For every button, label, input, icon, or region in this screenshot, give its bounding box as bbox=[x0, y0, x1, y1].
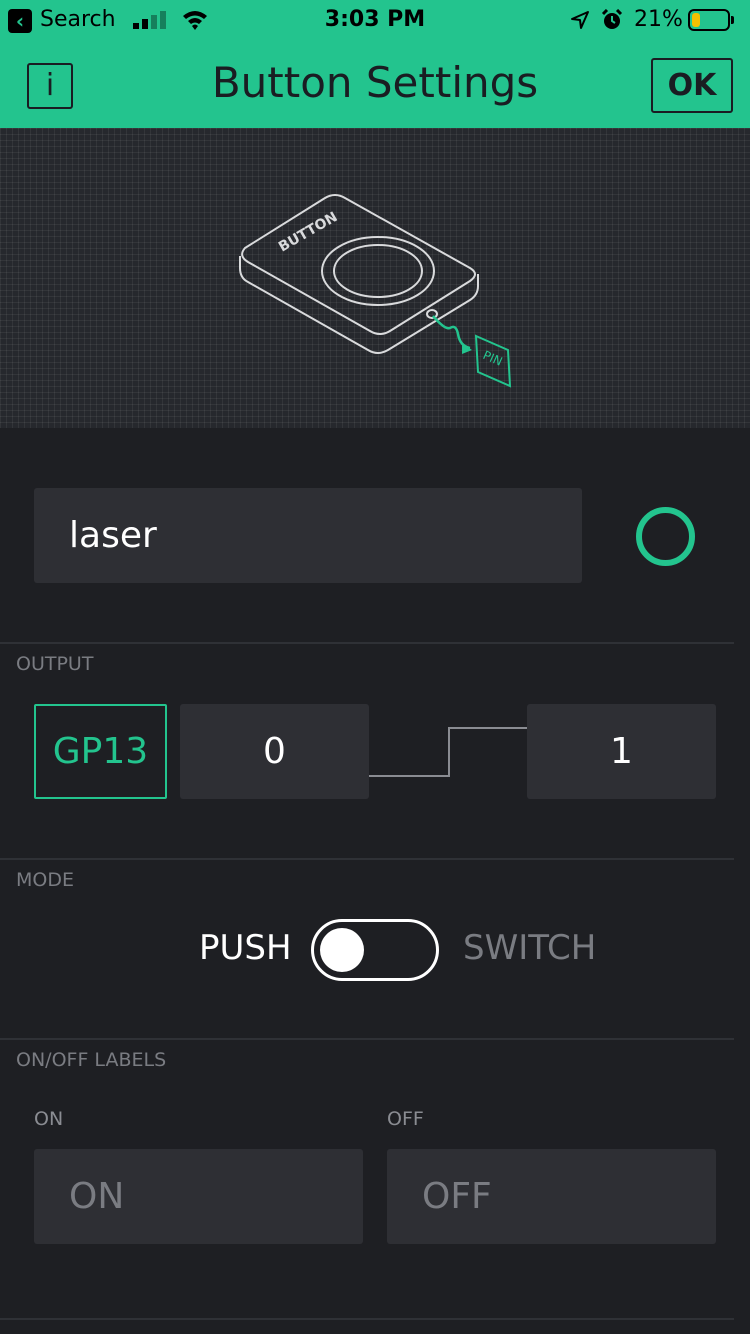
mode-switch-label[interactable]: SWITCH bbox=[463, 928, 596, 968]
divider bbox=[0, 858, 734, 860]
widget-name-field[interactable] bbox=[34, 488, 582, 583]
battery-level bbox=[692, 13, 700, 27]
mode-section-label: MODE bbox=[16, 869, 74, 891]
status-bar: ‹ Search 3:03 PM 21% bbox=[0, 0, 750, 40]
ok-button[interactable]: OK bbox=[651, 58, 733, 113]
mode-toggle[interactable] bbox=[311, 919, 439, 981]
divider bbox=[0, 1038, 734, 1040]
on-label-input[interactable] bbox=[34, 1149, 363, 1244]
toggle-knob[interactable] bbox=[320, 928, 364, 972]
pin-label: PIN bbox=[481, 348, 505, 369]
on-label-caption: ON bbox=[34, 1108, 64, 1130]
device-label: BUTTON bbox=[276, 209, 340, 255]
battery-cap bbox=[731, 16, 734, 24]
off-label-input[interactable] bbox=[387, 1149, 716, 1244]
off-label-caption: OFF bbox=[387, 1108, 424, 1130]
widget-illustration: BUTTON PIN bbox=[0, 128, 750, 428]
onoff-section-label: ON/OFF LABELS bbox=[16, 1049, 167, 1071]
output-low-value[interactable]: 0 bbox=[180, 704, 369, 799]
page-title: Button Settings bbox=[211, 58, 539, 107]
on-label-field[interactable] bbox=[34, 1149, 363, 1244]
battery-icon bbox=[688, 9, 730, 31]
header-bar: ‹ Search 3:03 PM 21% i Button Settings O… bbox=[0, 0, 750, 128]
alarm-clock-icon bbox=[601, 9, 623, 29]
widget-color-picker[interactable] bbox=[636, 507, 695, 566]
pin-selector[interactable]: GP13 bbox=[34, 704, 167, 799]
divider bbox=[0, 642, 734, 644]
mode-push-label[interactable]: PUSH bbox=[199, 928, 292, 968]
battery-percent: 21% bbox=[634, 7, 683, 32]
location-arrow-icon bbox=[571, 11, 589, 29]
widget-name-input[interactable] bbox=[34, 488, 582, 583]
output-signal-icon bbox=[369, 727, 527, 777]
off-label-field[interactable] bbox=[387, 1149, 716, 1244]
divider bbox=[0, 1318, 734, 1320]
button-device-illustration: BUTTON PIN bbox=[239, 194, 512, 388]
output-section-label: OUTPUT bbox=[16, 653, 94, 675]
output-high-value[interactable]: 1 bbox=[527, 704, 716, 799]
